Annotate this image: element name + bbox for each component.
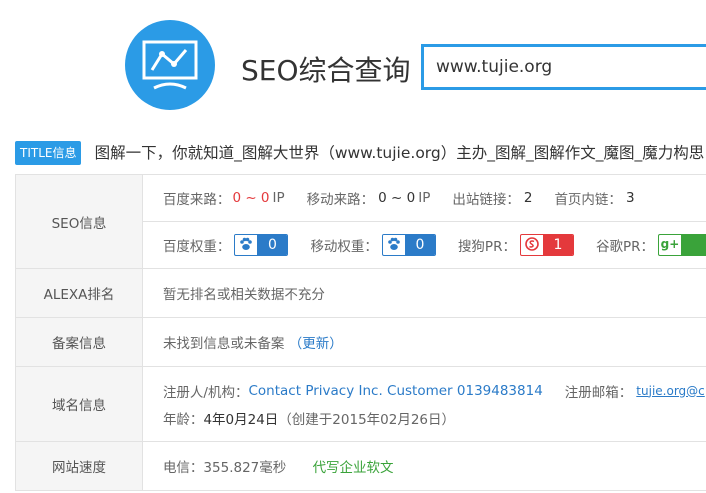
google-pr[interactable]: 谷歌PR： g+ (596, 234, 706, 256)
outbound-links-value: 2 (523, 190, 533, 206)
domain-row: 注册人/机构： Contact Privacy Inc. Customer 01… (141, 366, 706, 442)
registrant-link[interactable]: Contact Privacy Inc. Customer 0139483814 (249, 383, 543, 399)
google-plus-icon: g+ (660, 237, 680, 251)
inbound-links-value: 3 (625, 190, 635, 206)
paw-icon (382, 235, 405, 253)
telecom-speed: 电信：355.827毫秒 (162, 460, 287, 476)
logo (125, 20, 215, 110)
monitor-chart-icon (142, 40, 198, 90)
ad-link[interactable]: 代写企业软文 (313, 460, 394, 476)
icp-row: 未找到信息或未备案 （更新） (141, 317, 706, 367)
seo-info-table: SEO信息 百度来路： 0 ~ 0 IP 移动来路： 0 ~ 0 IP 出站链接… (15, 174, 706, 491)
sogou-pr[interactable]: 搜狗PR： 1 (458, 234, 574, 256)
mobile-source-value: 0 ~ 0 (378, 190, 416, 206)
search-box[interactable] (421, 44, 706, 90)
mobile-weight[interactable]: 移动权重： 0 (310, 234, 436, 256)
baidu-source: 百度来路： 0 ~ 0 IP (162, 190, 285, 208)
domain-created-date: （创建于2015年02月26日） (278, 411, 456, 428)
registrant-email-link[interactable]: tujie.org@c (636, 384, 704, 398)
domain-age-value: 4年0月24日 (203, 411, 279, 428)
seo-weight-row: 百度权重： 0 移动权重： 0 搜狗PR： 1 谷歌PR： g+ (141, 221, 706, 269)
baidu-weight[interactable]: 百度权重： 0 (163, 234, 289, 256)
sogou-logo-icon (521, 235, 543, 253)
paw-icon (235, 235, 258, 253)
baidu-source-value: 0 ~ 0 (232, 190, 270, 206)
baidu-weight-badge[interactable]: 0 (234, 234, 289, 256)
title-info-text: 图解一下，你就知道_图解大世界（www.tujie.org）主办_图解_图解作文… (94, 144, 705, 162)
icp-update-link[interactable]: （更新） (289, 336, 343, 352)
seo-info-label: SEO信息 (15, 174, 143, 269)
title-info-row: TITLE信息 图解一下，你就知道_图解大世界（www.tujie.org）主办… (15, 141, 704, 165)
mobile-source: 移动来路： 0 ~ 0 IP (306, 190, 431, 208)
speed-row: 电信：355.827毫秒 代写企业软文 (141, 441, 706, 491)
mobile-weight-badge[interactable]: 0 (381, 234, 436, 256)
inbound-links: 首页内链： 3 (554, 190, 635, 208)
alexa-label: ALEXA排名 (15, 268, 143, 318)
domain-label: 域名信息 (15, 366, 143, 442)
speed-label: 网站速度 (15, 441, 143, 491)
title-info-badge: TITLE信息 (15, 141, 82, 165)
sogou-pr-badge[interactable]: 1 (519, 234, 574, 256)
icp-label: 备案信息 (15, 317, 143, 367)
outbound-links: 出站链接： 2 (452, 190, 533, 208)
search-input[interactable] (436, 47, 706, 87)
alexa-value: 暂无排名或相关数据不充分 (141, 268, 706, 318)
google-pr-badge[interactable]: g+ (658, 234, 706, 256)
seo-source-row: 百度来路： 0 ~ 0 IP 移动来路： 0 ~ 0 IP 出站链接： 2 首页… (141, 174, 706, 222)
icp-value: 未找到信息或未备案 (162, 336, 285, 352)
page-title: SEO综合查询 (241, 54, 411, 87)
